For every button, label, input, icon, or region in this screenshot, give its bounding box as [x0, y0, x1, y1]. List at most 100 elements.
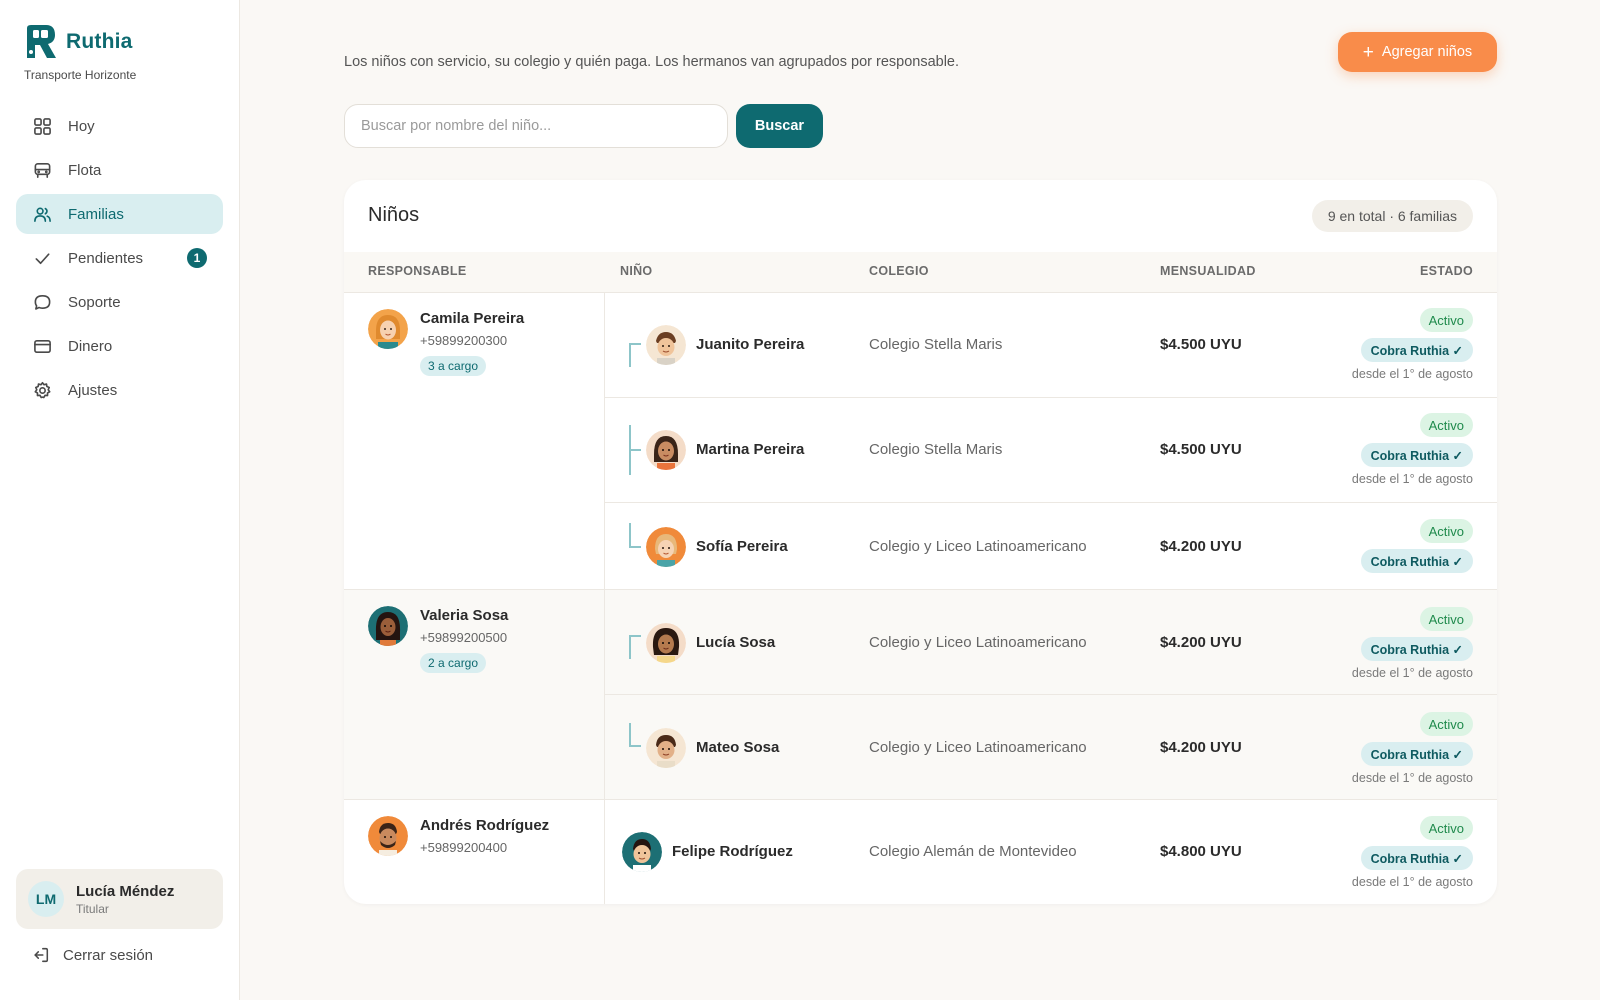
billing-since: desde el 1° de agosto [1351, 771, 1473, 785]
grid-icon [32, 116, 52, 136]
user-name: Lucía Méndez [76, 882, 175, 900]
guardian-phone: +59899200500 [420, 630, 508, 645]
child-avatar [646, 728, 686, 768]
nav-label: Hoy [68, 117, 95, 135]
nav-item-familias[interactable]: Familias [16, 194, 223, 234]
table-row[interactable]: Mateo Sosa Colegio y Liceo Latinoamerica… [605, 695, 1497, 800]
user-card[interactable]: LM Lucía Méndez Titular [16, 869, 223, 929]
search-button[interactable]: Buscar [736, 104, 823, 148]
table-row[interactable]: Juanito Pereira Colegio Stella Maris $4.… [605, 293, 1497, 398]
status-cell: Activo Cobra Ruthia ✓ desde el 1° de ago… [1352, 413, 1473, 486]
family-group: Valeria Sosa +59899200500 2 a cargo Lucí… [344, 590, 1497, 800]
user-role: Titular [76, 901, 109, 916]
child-name: Mateo Sosa [696, 739, 780, 756]
monthly-fee: $4.200 UYU [1160, 538, 1242, 555]
nav-item-flota[interactable]: Flota [16, 150, 223, 190]
guardian-name: Valeria Sosa [420, 607, 509, 624]
monthly-fee: $4.500 UYU [1160, 336, 1242, 353]
status-cell: Activo Cobra Ruthia ✓ [1360, 519, 1473, 573]
nav-item-dinero[interactable]: Dinero [16, 326, 223, 366]
credit-card-icon [32, 336, 52, 356]
family-group: Camila Pereira +59899200300 3 a cargo Ju… [344, 293, 1497, 590]
nav-label: Ajustes [68, 381, 118, 399]
status-cell: Activo Cobra Ruthia ✓ desde el 1° de ago… [1352, 712, 1473, 785]
child-avatar [622, 832, 662, 872]
dependents-badge: 3 a cargo [420, 356, 487, 376]
add-children-button[interactable]: + Agregar niños [1338, 32, 1497, 72]
billing-badge: Cobra Ruthia ✓ [1360, 637, 1473, 661]
nav-item-ajustes[interactable]: Ajustes [16, 370, 223, 410]
guardian-avatar [368, 816, 408, 856]
billing-badge: Cobra Ruthia ✓ [1360, 846, 1473, 870]
monthly-fee: $4.200 UYU [1160, 739, 1242, 756]
guardian-phone: +59899200400 [420, 840, 508, 855]
nav-item-hoy[interactable]: Hoy [16, 106, 223, 146]
table-row[interactable]: Lucía Sosa Colegio y Liceo Latinoamerica… [605, 590, 1497, 695]
table-row[interactable]: Sofía Pereira Colegio y Liceo Latinoamer… [605, 503, 1497, 590]
dependents-badge: 2 a cargo [420, 653, 487, 673]
family-group: Andrés Rodríguez +59899200400 Felipe Rod… [344, 800, 1497, 904]
child-school: Colegio Stella Maris [869, 336, 1003, 353]
users-icon [32, 204, 52, 224]
child-school: Colegio y Liceo Latinoamericano [869, 538, 1087, 555]
guardian-cell[interactable]: Valeria Sosa +59899200500 2 a cargo [344, 590, 605, 799]
check-icon [32, 248, 52, 268]
monthly-fee: $4.800 UYU [1160, 843, 1242, 860]
logout-label: Cerrar sesión [63, 946, 154, 964]
table-row[interactable]: Martina Pereira Colegio Stella Maris $4.… [605, 398, 1497, 503]
nav-label: Dinero [68, 337, 113, 355]
user-info: Lucía Méndez Titular [76, 883, 174, 916]
status-cell: Activo Cobra Ruthia ✓ desde el 1° de ago… [1352, 816, 1473, 889]
status-cell: Activo Cobra Ruthia ✓ desde el 1° de ago… [1352, 308, 1473, 381]
tree-connector [629, 723, 641, 747]
nav-label: Pendientes [68, 249, 144, 267]
page-description: Los niños con servicio, su colegio y qui… [344, 54, 960, 70]
search-input[interactable] [344, 104, 728, 148]
child-school: Colegio Stella Maris [869, 441, 1003, 458]
status-badge: Activo [1419, 413, 1473, 437]
status-badge: Activo [1419, 308, 1473, 332]
status-badge: Activo [1419, 712, 1473, 736]
guardian-phone: +59899200300 [420, 333, 508, 348]
nav-label: Familias [68, 205, 124, 223]
billing-badge: Cobra Ruthia ✓ [1360, 443, 1473, 467]
billing-since: desde el 1° de agosto [1351, 472, 1473, 486]
billing-since: desde el 1° de agosto [1351, 666, 1473, 680]
nav-label: Soporte [68, 293, 121, 311]
brand-name: Ruthia [66, 30, 133, 53]
guardian-cell[interactable]: Andrés Rodríguez +59899200400 [344, 800, 605, 904]
bus-logo-icon [27, 25, 56, 58]
billing-badge: Cobra Ruthia ✓ [1360, 742, 1473, 766]
column-header-colegio: COLEGIO [869, 264, 929, 278]
pending-count-badge: 1 [187, 248, 207, 268]
status-badge: Activo [1419, 816, 1473, 840]
child-avatar [646, 430, 686, 470]
guardian-name: Camila Pereira [420, 310, 525, 327]
table-row[interactable]: Felipe Rodríguez Colegio Alemán de Monte… [605, 800, 1497, 904]
child-name: Felipe Rodríguez [672, 843, 793, 860]
tree-connector [629, 523, 641, 548]
tree-connector [629, 343, 641, 367]
child-name: Martina Pereira [696, 441, 805, 458]
children-table-card: Niños 9 en total · 6 familias RESPONSABL… [344, 180, 1497, 904]
monthly-fee: $4.500 UYU [1160, 441, 1242, 458]
bus-icon [32, 160, 52, 180]
brand[interactable]: Ruthia [24, 24, 133, 60]
table-header: RESPONSABLE NIÑO COLEGIO MENSUALIDAD EST… [344, 252, 1497, 293]
billing-badge: Cobra Ruthia ✓ [1360, 549, 1473, 573]
child-avatar [646, 623, 686, 663]
billing-since: desde el 1° de agosto [1351, 875, 1473, 889]
total-count-badge: 9 en total · 6 familias [1311, 200, 1473, 232]
child-name: Sofía Pereira [696, 538, 788, 555]
guardian-cell[interactable]: Camila Pereira +59899200300 3 a cargo [344, 293, 605, 589]
guardian-avatar [368, 606, 408, 646]
nav-item-pendientes[interactable]: Pendientes 1 [16, 238, 223, 278]
guardian-name: Andrés Rodríguez [420, 817, 550, 834]
child-name: Juanito Pereira [696, 336, 805, 353]
card-title: Niños [368, 204, 420, 226]
status-cell: Activo Cobra Ruthia ✓ desde el 1° de ago… [1352, 607, 1473, 680]
company-name: Transporte Horizonte [24, 68, 137, 82]
nav-item-soporte[interactable]: Soporte [16, 282, 223, 322]
tree-connector [629, 449, 641, 451]
logout-button[interactable]: Cerrar sesión [32, 946, 153, 964]
